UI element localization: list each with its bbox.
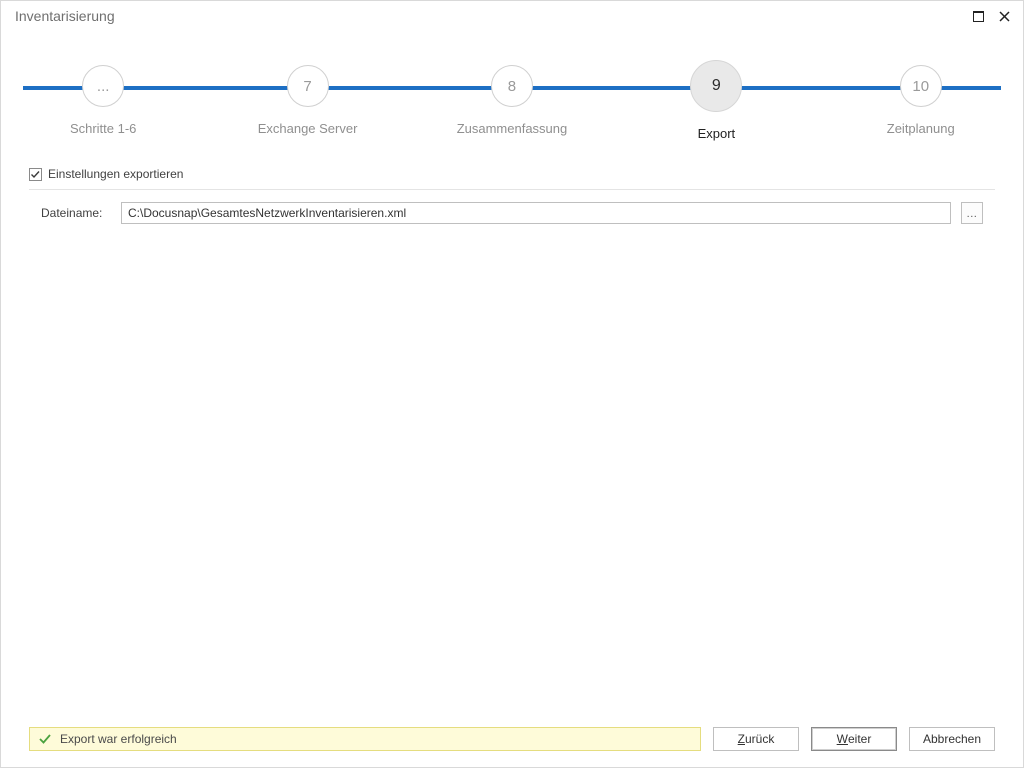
titlebar: Inventarisierung bbox=[1, 1, 1023, 31]
step-label: Exchange Server bbox=[258, 121, 358, 136]
close-icon[interactable] bbox=[995, 7, 1013, 25]
cancel-label: Abbrechen bbox=[923, 732, 981, 746]
step-exchange-server[interactable]: 7 Exchange Server bbox=[213, 51, 403, 136]
wizard-window: Inventarisierung ... Schritte 1-6 7 Ex bbox=[0, 0, 1024, 768]
step-number: ... bbox=[97, 78, 110, 95]
export-settings-checkbox-row[interactable]: Einstellungen exportieren bbox=[29, 167, 995, 181]
divider bbox=[29, 189, 995, 190]
step-label: Zusammenfassung bbox=[457, 121, 568, 136]
step-export[interactable]: 9 Export bbox=[621, 51, 811, 141]
back-button[interactable]: Zurück bbox=[713, 727, 799, 751]
back-hotkey: Z bbox=[738, 732, 745, 746]
stepper-steps: ... Schritte 1-6 7 Exchange Server 8 Zus… bbox=[1, 51, 1023, 141]
step-label: Zeitplanung bbox=[887, 121, 955, 136]
wizard-stepper: ... Schritte 1-6 7 Exchange Server 8 Zus… bbox=[1, 51, 1023, 161]
status-message: Export war erfolgreich bbox=[60, 732, 177, 746]
filename-label: Dateiname: bbox=[41, 206, 111, 220]
maximize-icon[interactable] bbox=[969, 7, 987, 25]
step-number: 8 bbox=[508, 78, 516, 95]
wizard-footer: Export war erfolgreich Zurück Weiter Abb… bbox=[1, 723, 1023, 767]
step-number: 7 bbox=[303, 78, 311, 95]
step-zusammenfassung[interactable]: 8 Zusammenfassung bbox=[417, 51, 607, 136]
step-number: 10 bbox=[912, 78, 929, 95]
cancel-button[interactable]: Abbrechen bbox=[909, 727, 995, 751]
wizard-content: Einstellungen exportieren Dateiname: ... bbox=[1, 161, 1023, 723]
status-bar: Export war erfolgreich bbox=[29, 727, 701, 751]
browse-button[interactable]: ... bbox=[961, 202, 983, 224]
checkbox-icon[interactable] bbox=[29, 168, 42, 181]
step-number: 9 bbox=[712, 77, 721, 95]
back-rest: urück bbox=[745, 732, 774, 746]
step-label: Schritte 1-6 bbox=[70, 121, 136, 136]
step-1-6[interactable]: ... Schritte 1-6 bbox=[8, 51, 198, 136]
next-hotkey: W bbox=[837, 732, 848, 746]
next-rest: eiter bbox=[848, 732, 871, 746]
success-check-icon bbox=[38, 732, 52, 746]
filename-row: Dateiname: ... bbox=[29, 202, 995, 224]
filename-input[interactable] bbox=[121, 202, 951, 224]
next-button[interactable]: Weiter bbox=[811, 727, 897, 751]
export-settings-label: Einstellungen exportieren bbox=[48, 167, 183, 181]
step-zeitplanung[interactable]: 10 Zeitplanung bbox=[826, 51, 1016, 136]
window-title: Inventarisierung bbox=[15, 8, 115, 24]
step-label: Export bbox=[698, 126, 736, 141]
